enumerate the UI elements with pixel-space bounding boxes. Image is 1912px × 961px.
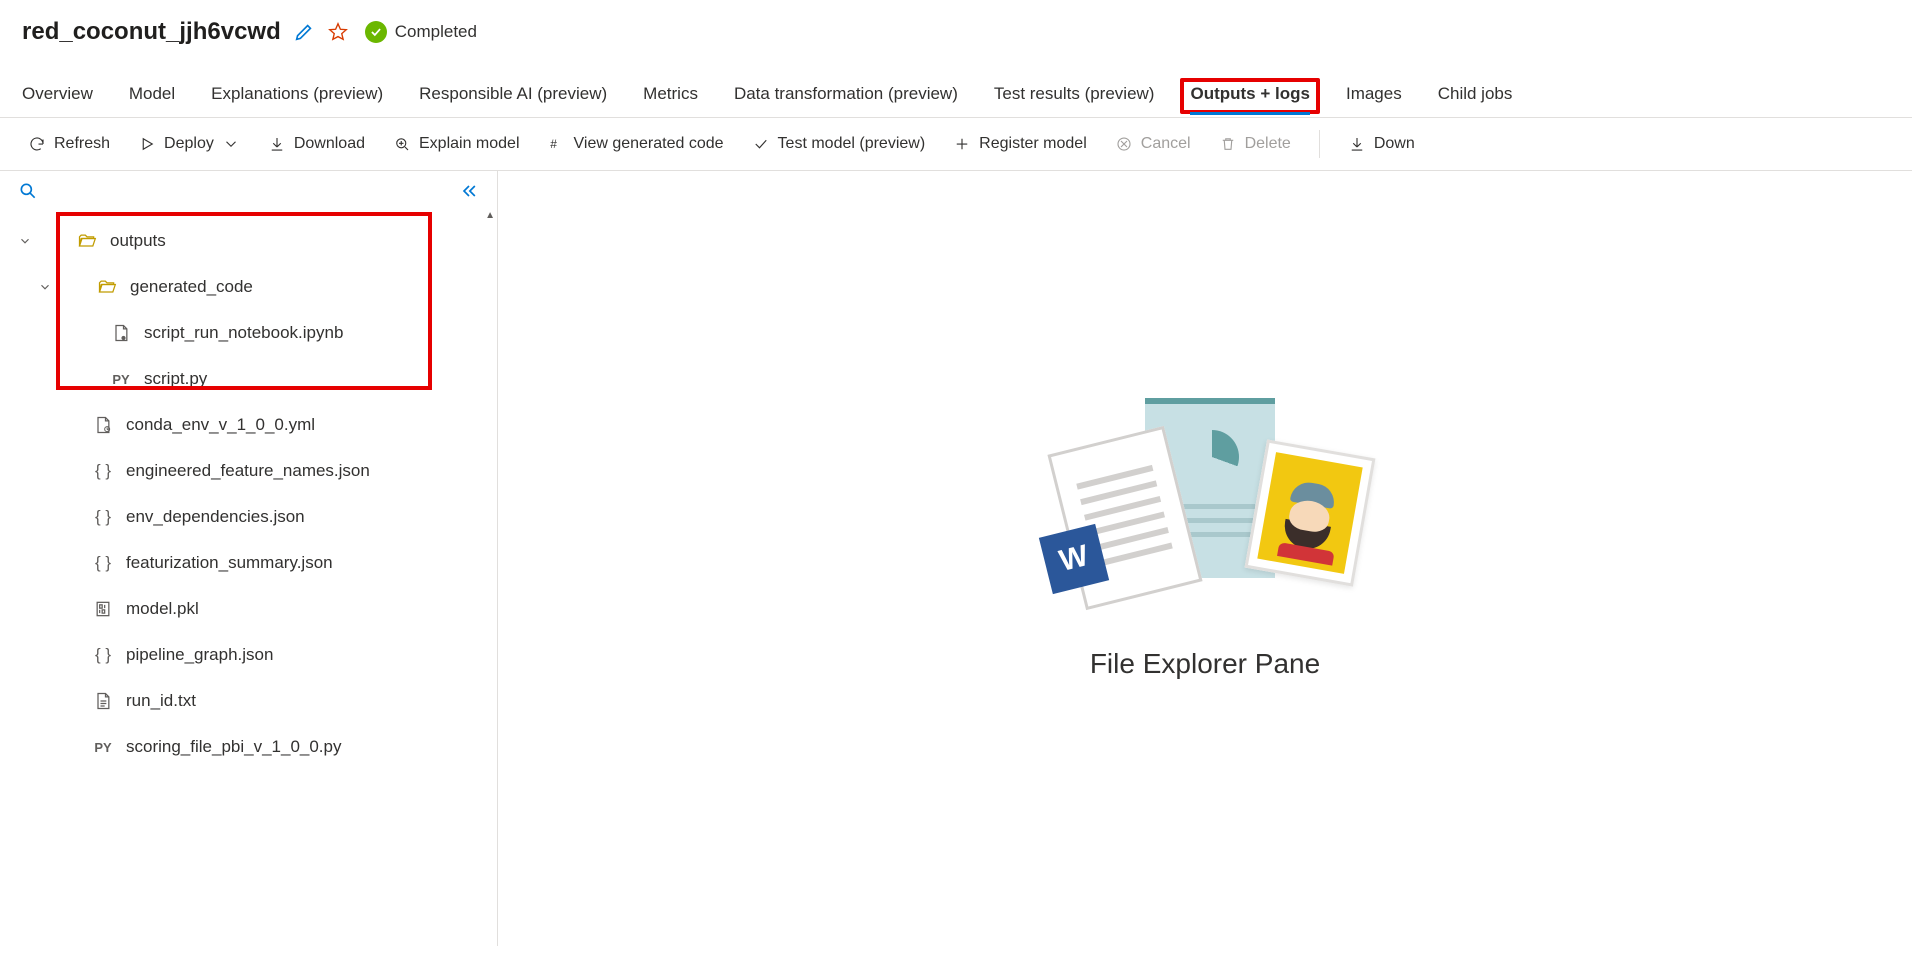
- register-label: Register model: [979, 135, 1087, 153]
- file-tree-panel: ▲ outputs generated_code script_run_note…: [0, 171, 498, 946]
- preview-pane: W File Explorer Pane: [498, 171, 1912, 946]
- cancel-button: Cancel: [1115, 135, 1191, 153]
- tree-label: outputs: [110, 231, 166, 251]
- tree-file[interactable]: script_run_notebook.ipynb: [0, 310, 497, 356]
- tree-label: conda_env_v_1_0_0.yml: [126, 415, 315, 435]
- scroll-up-icon[interactable]: ▲: [485, 210, 495, 221]
- tree-label: model.pkl: [126, 599, 199, 619]
- favorite-icon[interactable]: [327, 21, 349, 43]
- status-text: Completed: [395, 22, 477, 42]
- test-label: Test model (preview): [778, 135, 926, 153]
- folder-open-icon: [94, 277, 120, 297]
- tree-label: script_run_notebook.ipynb: [144, 323, 343, 343]
- python-icon: PY: [108, 372, 134, 387]
- tree-file[interactable]: { } engineered_feature_names.json: [0, 448, 497, 494]
- empty-state-title: File Explorer Pane: [1090, 648, 1320, 680]
- json-icon: { }: [90, 507, 116, 527]
- tree-file[interactable]: { } featurization_summary.json: [0, 540, 497, 586]
- tab-outputs-logs[interactable]: Outputs + logs: [1190, 84, 1309, 113]
- tree-folder-outputs[interactable]: outputs: [0, 218, 497, 264]
- test-model-button[interactable]: Test model (preview): [752, 135, 926, 153]
- content-area: ▲ outputs generated_code script_run_note…: [0, 171, 1912, 946]
- empty-state-illustration: W: [1045, 398, 1365, 618]
- tree-label: pipeline_graph.json: [126, 645, 273, 665]
- json-icon: { }: [90, 553, 116, 573]
- deploy-label: Deploy: [164, 135, 214, 153]
- json-icon: { }: [90, 645, 116, 665]
- cancel-label: Cancel: [1141, 135, 1191, 153]
- highlight-annotation: Outputs + logs: [1180, 78, 1319, 114]
- tree-label: engineered_feature_names.json: [126, 461, 370, 481]
- edit-icon[interactable]: [293, 21, 315, 43]
- chevron-down-icon[interactable]: [30, 280, 60, 294]
- file-icon: [90, 415, 116, 435]
- status-badge: Completed: [365, 21, 477, 43]
- tree-file[interactable]: conda_env_v_1_0_0.yml: [0, 402, 497, 448]
- check-icon: [365, 21, 387, 43]
- download-label: Download: [294, 135, 365, 153]
- tree-label: env_dependencies.json: [126, 507, 305, 527]
- down-label: Down: [1374, 135, 1415, 153]
- page-header: red_coconut_jjh6vcwd Completed: [0, 0, 1912, 60]
- tree-file[interactable]: { } pipeline_graph.json: [0, 632, 497, 678]
- svg-text:#: #: [550, 137, 557, 151]
- chevron-down-icon: [222, 135, 240, 153]
- tab-responsible-ai[interactable]: Responsible AI (preview): [419, 84, 607, 114]
- page-title: red_coconut_jjh6vcwd: [22, 18, 281, 46]
- text-file-icon: [90, 691, 116, 711]
- notebook-icon: [108, 323, 134, 343]
- refresh-label: Refresh: [54, 135, 110, 153]
- download-all-button[interactable]: Down: [1348, 135, 1415, 153]
- tree-label: scoring_file_pbi_v_1_0_0.py: [126, 737, 342, 757]
- delete-button: Delete: [1219, 135, 1291, 153]
- tab-overview[interactable]: Overview: [22, 84, 93, 114]
- json-icon: { }: [90, 461, 116, 481]
- tabs-bar: Overview Model Explanations (preview) Re…: [0, 60, 1912, 115]
- tree-file[interactable]: run_id.txt: [0, 678, 497, 724]
- tab-child-jobs[interactable]: Child jobs: [1438, 84, 1513, 114]
- tab-test-results[interactable]: Test results (preview): [994, 84, 1155, 114]
- binary-icon: [90, 599, 116, 619]
- tree-label: run_id.txt: [126, 691, 196, 711]
- tab-metrics[interactable]: Metrics: [643, 84, 698, 114]
- download-button[interactable]: Download: [268, 135, 365, 153]
- tree-label: generated_code: [130, 277, 253, 297]
- explain-model-button[interactable]: Explain model: [393, 135, 520, 153]
- file-tree[interactable]: ▲ outputs generated_code script_run_note…: [0, 210, 497, 946]
- tab-model[interactable]: Model: [129, 84, 175, 114]
- delete-label: Delete: [1245, 135, 1291, 153]
- tree-file[interactable]: PY script.py: [0, 356, 497, 402]
- tree-label: script.py: [144, 369, 207, 389]
- toolbar: Refresh Deploy Download Explain model # …: [0, 117, 1912, 171]
- tree-label: featurization_summary.json: [126, 553, 333, 573]
- explain-label: Explain model: [419, 135, 520, 153]
- tab-explanations[interactable]: Explanations (preview): [211, 84, 383, 114]
- refresh-button[interactable]: Refresh: [28, 135, 110, 153]
- register-model-button[interactable]: Register model: [953, 135, 1087, 153]
- tree-file[interactable]: { } env_dependencies.json: [0, 494, 497, 540]
- collapse-panel-icon[interactable]: [459, 181, 479, 204]
- tab-data-transformation[interactable]: Data transformation (preview): [734, 84, 958, 114]
- tab-images[interactable]: Images: [1346, 84, 1402, 114]
- tree-file[interactable]: model.pkl: [0, 586, 497, 632]
- search-icon[interactable]: [18, 181, 38, 204]
- view-code-button[interactable]: # View generated code: [548, 135, 724, 153]
- viewcode-label: View generated code: [574, 135, 724, 153]
- tree-file[interactable]: PY scoring_file_pbi_v_1_0_0.py: [0, 724, 497, 770]
- deploy-button[interactable]: Deploy: [138, 135, 240, 153]
- folder-open-icon: [74, 231, 100, 251]
- toolbar-divider: [1319, 130, 1320, 158]
- chevron-down-icon[interactable]: [10, 234, 40, 248]
- python-icon: PY: [90, 740, 116, 755]
- tree-folder-generated-code[interactable]: generated_code: [0, 264, 497, 310]
